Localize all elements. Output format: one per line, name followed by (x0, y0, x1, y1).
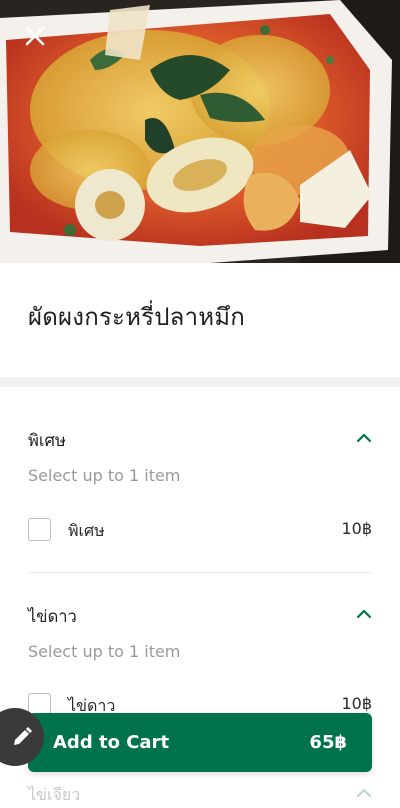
chevron-up-icon[interactable] (356, 432, 372, 444)
option-price: 10฿ (341, 694, 372, 713)
cart-total-price: 65฿ (309, 732, 347, 753)
option-group-hint: Select up to 1 item (28, 642, 181, 661)
pencil-icon (14, 727, 32, 745)
option-checkbox[interactable] (28, 518, 51, 541)
option-group-title: พิเศษ (28, 431, 66, 450)
option-group-header-fried-egg[interactable]: ไข่ดาว (28, 604, 372, 634)
option-group-header-special[interactable]: พิเศษ (28, 428, 372, 458)
option-group-hint: Select up to 1 item (28, 466, 181, 485)
dish-title-section: ผัดผงกระหรี่ปลาหมึก (0, 263, 400, 377)
option-row-special[interactable]: พิเศษ 10฿ (28, 518, 372, 548)
close-icon (25, 26, 45, 46)
group-divider (28, 572, 372, 573)
add-to-cart-label: Add to Cart (53, 732, 170, 753)
option-price: 10฿ (341, 519, 372, 538)
option-group-title: ไข่ดาว (28, 607, 77, 626)
option-group-title-partial: ไข่เจียว (28, 785, 81, 804)
option-label: พิเศษ (68, 521, 105, 540)
chevron-up-icon[interactable] (356, 788, 372, 798)
dish-photo (0, 0, 400, 263)
close-button[interactable] (22, 23, 48, 49)
dish-photo-illustration (0, 0, 400, 263)
add-to-cart-button[interactable]: Add to Cart 65฿ (28, 713, 372, 772)
chevron-up-icon[interactable] (356, 608, 372, 620)
dish-title: ผัดผงกระหรี่ปลาหมึก (28, 303, 246, 331)
section-divider (0, 377, 400, 387)
